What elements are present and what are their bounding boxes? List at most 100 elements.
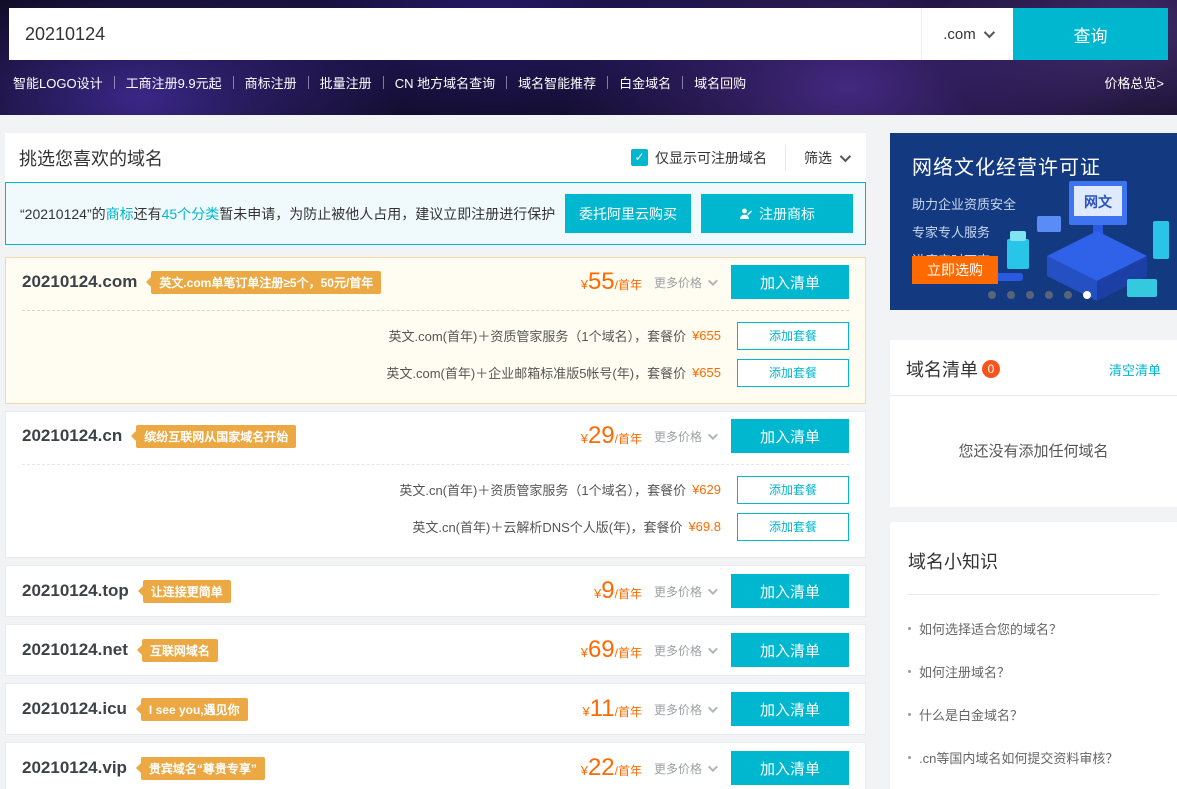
categories-link[interactable]: 45个分类: [162, 206, 220, 222]
add-to-cart-button[interactable]: 加入清单: [731, 692, 849, 726]
page-title: 挑选您喜欢的域名: [19, 145, 163, 171]
bullet-icon: [908, 627, 911, 630]
registrable-only-checkbox[interactable]: ✓: [631, 149, 648, 166]
register-trademark-icon: [739, 207, 753, 221]
domain-card-icu: 20210124.icu I see you,遇见你 ¥ 11 /首年 更多价格…: [5, 683, 866, 735]
nav-item-business-registration[interactable]: 工商注册9.9元起: [126, 73, 222, 92]
search-button[interactable]: 查询: [1013, 8, 1168, 60]
currency-symbol: ¥: [594, 586, 601, 601]
price-overview-link[interactable]: 价格总览>: [1104, 73, 1164, 92]
more-prices-toggle[interactable]: 更多价格: [654, 760, 715, 777]
chevron-down-icon: [708, 762, 718, 772]
add-package-button[interactable]: 添加套餐: [737, 513, 849, 541]
domain-name: 20210124.icu: [22, 699, 127, 719]
more-prices-label: 更多价格: [654, 642, 702, 659]
add-package-button[interactable]: 添加套餐: [737, 322, 849, 350]
nav-item-bulk-registration[interactable]: 批量注册: [320, 73, 372, 92]
domain-cart-card: 域名清单 0 清空清单 您还没有添加任何域名: [890, 340, 1177, 507]
nav-divider: [607, 76, 608, 89]
currency-symbol: ¥: [582, 704, 589, 719]
cart-empty-message: 您还没有添加任何域名: [890, 396, 1177, 507]
package-price: ¥69.8: [688, 519, 721, 534]
banner-buy-now-button[interactable]: 立即选购: [912, 256, 998, 284]
domain-row: 20210124.vip 贵宾域名“尊贵专享” ¥ 22 /首年 更多价格 加入…: [6, 743, 865, 789]
notice-prefix: “20210124”的: [20, 206, 106, 222]
promo-banner[interactable]: 网文 网络文化经营许可证 助力企业资质安全 专家专人服务 进度实时可查 立即选购: [890, 133, 1177, 310]
carousel-dot-active[interactable]: [1083, 291, 1091, 299]
domain-card-com: 20210124.com 英文.com单笔订单注册≥5个，50元/首年 ¥ 55…: [5, 257, 866, 404]
domain-price: ¥ 22 /首年: [581, 754, 642, 782]
hero-header: .com 查询 智能LOGO设计 工商注册9.9元起 商标注册 批量注册 CN …: [0, 0, 1177, 115]
domain-price: ¥ 69 /首年: [581, 636, 642, 664]
bullet-icon: [908, 756, 911, 759]
nav-item-platinum-domains[interactable]: 白金域名: [619, 73, 671, 92]
filter-label: 筛选: [804, 148, 832, 168]
domain-price: ¥ 55 /首年: [581, 268, 642, 296]
carousel-dot[interactable]: [1064, 291, 1072, 299]
package-row: 英文.cn(首年)＋资质管家服务（1个域名），套餐价 ¥629 添加套餐: [6, 471, 865, 508]
carousel-dot[interactable]: [1007, 291, 1015, 299]
search-input[interactable]: [9, 8, 921, 60]
carousel-dot[interactable]: [1045, 291, 1053, 299]
domain-card-net: 20210124.net 互联网域名 ¥ 69 /首年 更多价格 加入清单: [5, 624, 866, 676]
carousel-dot[interactable]: [1026, 291, 1034, 299]
price-value: 11: [590, 695, 615, 723]
clear-cart-link[interactable]: 清空清单: [1109, 360, 1161, 379]
currency-symbol: ¥: [581, 645, 588, 660]
domain-cart-header: 域名清单 0 清空清单: [890, 340, 1177, 396]
more-prices-toggle[interactable]: 更多价格: [654, 274, 715, 291]
tld-select[interactable]: .com: [921, 8, 1013, 60]
tip-link[interactable]: .cn等国内域名如何提交资料审核？: [908, 748, 1159, 767]
nav-divider: [308, 76, 309, 89]
chevron-down-icon: [708, 644, 718, 654]
tip-link[interactable]: 如何选择适合您的域名？: [908, 619, 1159, 638]
nav-item-logo-design[interactable]: 智能LOGO设计: [13, 73, 103, 92]
package-row: 英文.com(首年)＋资质管家服务（1个域名），套餐价 ¥655 添加套餐: [6, 317, 865, 354]
page-content: 挑选您喜欢的域名 ✓ 仅显示可注册域名 筛选 “20210124”的商标还有45…: [0, 115, 1177, 789]
more-prices-toggle[interactable]: 更多价格: [654, 428, 715, 445]
promo-badge: I see you,遇见你: [141, 698, 248, 721]
add-to-cart-button[interactable]: 加入清单: [731, 751, 849, 785]
domain-row: 20210124.top 让连接更简单 ¥ 9 /首年 更多价格 加入清单: [6, 566, 865, 616]
nav-item-domain-buyback[interactable]: 域名回购: [694, 73, 746, 92]
results-header: 挑选您喜欢的域名 ✓ 仅显示可注册域名 筛选: [5, 133, 866, 182]
add-package-button[interactable]: 添加套餐: [737, 476, 849, 504]
domain-row: 20210124.com 英文.com单笔订单注册≥5个，50元/首年 ¥ 55…: [6, 258, 865, 306]
more-prices-toggle[interactable]: 更多价格: [654, 642, 715, 659]
bullet-icon: [908, 713, 911, 716]
more-prices-toggle[interactable]: 更多价格: [654, 701, 715, 718]
currency-symbol: ¥: [581, 277, 588, 292]
price-unit: /首年: [615, 585, 642, 602]
register-trademark-button[interactable]: 注册商标: [701, 194, 853, 233]
filter-dropdown[interactable]: 筛选: [804, 148, 848, 168]
cart-count-badge: 0: [982, 360, 1000, 378]
results-header-controls: ✓ 仅显示可注册域名 筛选: [631, 145, 848, 171]
nav-item-smart-recommendation[interactable]: 域名智能推荐: [518, 73, 596, 92]
add-to-cart-button[interactable]: 加入清单: [731, 265, 849, 299]
nav-item-trademark-registration[interactable]: 商标注册: [245, 73, 297, 92]
add-to-cart-button[interactable]: 加入清单: [731, 633, 849, 667]
carousel-dot[interactable]: [988, 291, 996, 299]
domain-tips-card: 域名小知识 如何选择适合您的域名？ 如何注册域名？ 什么是白金域名？ .cn等国…: [890, 522, 1177, 789]
nav-item-cn-regional-lookup[interactable]: CN 地方域名查询: [395, 73, 495, 92]
more-prices-toggle[interactable]: 更多价格: [654, 583, 715, 600]
add-to-cart-button[interactable]: 加入清单: [731, 419, 849, 453]
entrust-aliyun-buy-button[interactable]: 委托阿里云购买: [565, 194, 691, 233]
add-package-button[interactable]: 添加套餐: [737, 359, 849, 387]
notice-buttons: 委托阿里云购买 注册商标: [565, 194, 853, 233]
package-separator: [22, 310, 849, 311]
chevron-down-icon: [708, 703, 718, 713]
domain-price: ¥ 11 /首年: [582, 695, 642, 723]
results-column: 挑选您喜欢的域名 ✓ 仅显示可注册域名 筛选 “20210124”的商标还有45…: [5, 133, 866, 789]
trademark-link[interactable]: 商标: [106, 206, 134, 222]
currency-symbol: ¥: [581, 431, 588, 446]
more-prices-label: 更多价格: [654, 760, 702, 777]
chevron-down-icon: [708, 276, 718, 286]
tip-link[interactable]: 如何注册域名？: [908, 662, 1159, 681]
package-description: 英文.cn(首年)＋资质管家服务（1个域名），套餐价: [399, 480, 686, 499]
registrable-only-label[interactable]: 仅显示可注册域名: [655, 148, 767, 168]
price-unit: /首年: [615, 703, 642, 720]
tip-link[interactable]: 什么是白金域名？: [908, 705, 1159, 724]
spacer: [6, 545, 865, 557]
add-to-cart-button[interactable]: 加入清单: [731, 574, 849, 608]
